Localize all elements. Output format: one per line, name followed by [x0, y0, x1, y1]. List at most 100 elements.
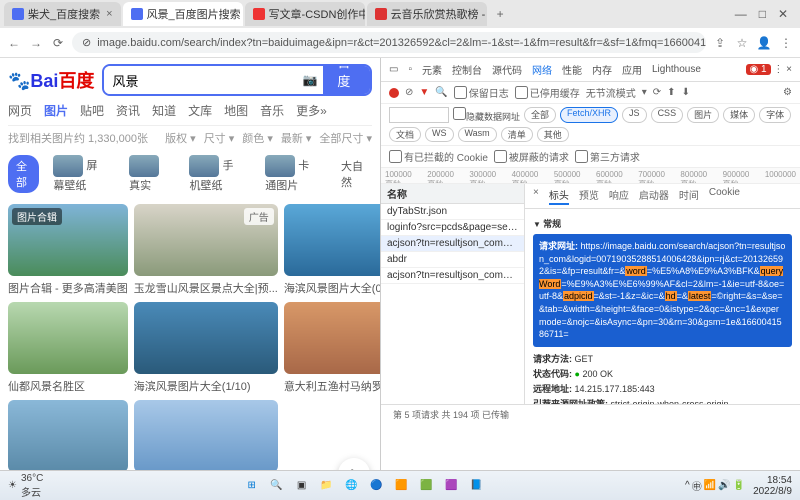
volume-icon[interactable]: 🔊: [718, 480, 730, 491]
type-filter[interactable]: 文档: [389, 127, 421, 142]
browser-tab[interactable]: 柴犬_百度搜索×: [4, 2, 121, 26]
type-filter[interactable]: 清单: [501, 127, 533, 142]
reload-icon[interactable]: ⟳: [50, 36, 66, 50]
nav-tab[interactable]: 资讯: [116, 102, 140, 119]
devtools-tab[interactable]: 内存: [592, 62, 612, 77]
nav-tab[interactable]: 图片: [44, 102, 68, 119]
filter-dropdown[interactable]: 尺寸 ▾: [204, 130, 235, 146]
category-chip[interactable]: 卡通图片: [257, 152, 327, 196]
image-card[interactable]: 意大利五渔村马纳罗拉风景图片: [284, 302, 380, 394]
device-icon[interactable]: ▫: [408, 64, 412, 75]
type-filter[interactable]: WS: [425, 127, 454, 142]
start-icon[interactable]: ⊞: [241, 475, 263, 497]
app-icon[interactable]: 🟧: [391, 475, 413, 497]
devtools-tab[interactable]: Lighthouse: [652, 64, 701, 75]
menu-icon[interactable]: ⋮: [778, 36, 794, 50]
disable-cache-checkbox[interactable]: 已停用缓存: [515, 85, 580, 100]
filter-dropdown[interactable]: 全部尺寸 ▾: [319, 130, 372, 146]
nav-tab[interactable]: 音乐: [260, 102, 284, 119]
type-filter[interactable]: 全部: [524, 107, 556, 123]
record-icon[interactable]: [389, 88, 399, 98]
baidu-logo[interactable]: 🐾Bai百度: [8, 67, 94, 93]
cookie-filter-checkbox[interactable]: 第三方请求: [575, 149, 640, 164]
upload-icon[interactable]: ⬆: [667, 87, 675, 98]
cookie-filter-checkbox[interactable]: 被屏蔽的请求: [494, 149, 569, 164]
nav-tab[interactable]: 贴吧: [80, 102, 104, 119]
type-filter[interactable]: JS: [622, 107, 647, 123]
type-filter[interactable]: Wasm: [458, 127, 497, 142]
tray-chevron-icon[interactable]: ^: [685, 480, 690, 491]
image-card[interactable]: 海滨风景图片大全(1/10): [134, 302, 278, 394]
category-chip[interactable]: 全部: [8, 155, 39, 193]
search-icon[interactable]: 🔍: [435, 87, 447, 98]
close-detail-icon[interactable]: ×: [533, 187, 539, 205]
download-icon[interactable]: ⬇: [682, 87, 690, 98]
search-taskbar-icon[interactable]: 🔍: [266, 475, 288, 497]
edge-icon[interactable]: 🌐: [341, 475, 363, 497]
image-card[interactable]: 广告玉龙雪山风景区景点大全|预...: [134, 204, 278, 296]
devtools-tab[interactable]: 性能: [562, 62, 582, 77]
type-filter[interactable]: 字体: [759, 107, 791, 123]
new-tab-button[interactable]: +: [489, 7, 512, 21]
weather-widget[interactable]: ☀ 36°C多云: [8, 473, 43, 499]
nav-tab[interactable]: 文库: [188, 102, 212, 119]
app-icon[interactable]: 📘: [466, 475, 488, 497]
devtools-tab[interactable]: 控制台: [452, 62, 482, 77]
devtools-tab[interactable]: 网络: [532, 62, 552, 77]
wifi-icon[interactable]: ⟳: [653, 87, 661, 98]
chevron-down-icon[interactable]: ▾: [642, 87, 647, 98]
inspect-icon[interactable]: ▭: [389, 64, 398, 75]
detail-tab[interactable]: 标头: [549, 187, 569, 205]
browser-tab[interactable]: 写文章-CSDN创作中心×: [245, 2, 365, 26]
detail-tab[interactable]: 预览: [579, 187, 599, 205]
back-icon[interactable]: ←: [6, 36, 22, 50]
timeline-ruler[interactable]: 100000 毫秒200000 毫秒300000 毫秒400000 毫秒5000…: [381, 168, 800, 184]
preserve-log-checkbox[interactable]: 保留日志: [454, 85, 509, 100]
type-filter[interactable]: CSS: [651, 107, 684, 123]
request-row[interactable]: abdr: [381, 252, 524, 268]
image-card[interactable]: 仙都风景名胜区: [8, 302, 128, 394]
filter-dropdown[interactable]: 版权 ▾: [165, 130, 196, 146]
devtools-tab[interactable]: 元素: [422, 62, 442, 77]
ime-icon[interactable]: ㊥: [692, 478, 702, 493]
search-input[interactable]: [104, 66, 296, 94]
browser-tab[interactable]: 云音乐欣赏热歌榜 - 排行榜 - 网...×: [367, 2, 487, 26]
forward-icon[interactable]: →: [28, 36, 44, 50]
devtools-tab[interactable]: 源代码: [492, 62, 522, 77]
type-filter[interactable]: Fetch/XHR: [560, 107, 618, 123]
type-filter[interactable]: 其他: [537, 127, 569, 142]
image-card[interactable]: 海滨风景图片大全(0/10): [284, 204, 380, 296]
taskbar[interactable]: ☀ 36°C多云 ⊞ 🔍 ▣ 📁 🌐 🔵 🟧 🟩 🟪 📘 ^ ㊥ 📶 🔊 🔋 1…: [0, 470, 800, 500]
battery-icon[interactable]: 🔋: [733, 480, 745, 491]
request-row[interactable]: loginfo?src=pcds&page=sear...: [381, 220, 524, 236]
category-chip[interactable]: 大自然: [333, 155, 372, 193]
type-filter[interactable]: 图片: [687, 107, 719, 123]
request-row[interactable]: acjson?tn=resultjson_com&lo...: [381, 236, 524, 252]
camera-icon[interactable]: 📷: [296, 73, 323, 87]
clear-icon[interactable]: ⊘: [405, 87, 413, 98]
close-icon[interactable]: ×: [106, 8, 112, 20]
share-icon[interactable]: ⇪: [712, 36, 728, 50]
devtools-extras[interactable]: ◉ 1 ⋮ ×: [746, 64, 792, 75]
category-chip[interactable]: 手机壁纸: [181, 152, 251, 196]
request-row[interactable]: dyTabStr.json: [381, 204, 524, 220]
nav-tab[interactable]: 地图: [224, 102, 248, 119]
category-chip[interactable]: 屏幕壁纸: [45, 152, 115, 196]
type-filter[interactable]: 媒体: [723, 107, 755, 123]
window-maximize-icon[interactable]: □: [759, 7, 766, 21]
window-minimize-icon[interactable]: —: [735, 7, 747, 21]
browser-tab[interactable]: 风景_百度图片搜索×: [123, 2, 243, 26]
detail-tab[interactable]: 启动器: [639, 187, 669, 205]
filter-dropdown[interactable]: 颜色 ▾: [242, 130, 273, 146]
app-icon[interactable]: 🟪: [441, 475, 463, 497]
general-section[interactable]: 常规: [533, 217, 792, 230]
image-card[interactable]: 图片合辑图片合辑 - 更多高清美图: [8, 204, 128, 296]
favorite-icon[interactable]: ☆: [734, 36, 750, 50]
filter-input[interactable]: [389, 107, 449, 123]
name-column-header[interactable]: 名称: [381, 184, 524, 204]
chrome-icon[interactable]: 🔵: [366, 475, 388, 497]
nav-tab[interactable]: 知道: [152, 102, 176, 119]
detail-tab[interactable]: Cookie: [709, 187, 740, 205]
devtools-tab[interactable]: 应用: [622, 62, 642, 77]
nav-tab[interactable]: 更多»: [296, 102, 327, 119]
